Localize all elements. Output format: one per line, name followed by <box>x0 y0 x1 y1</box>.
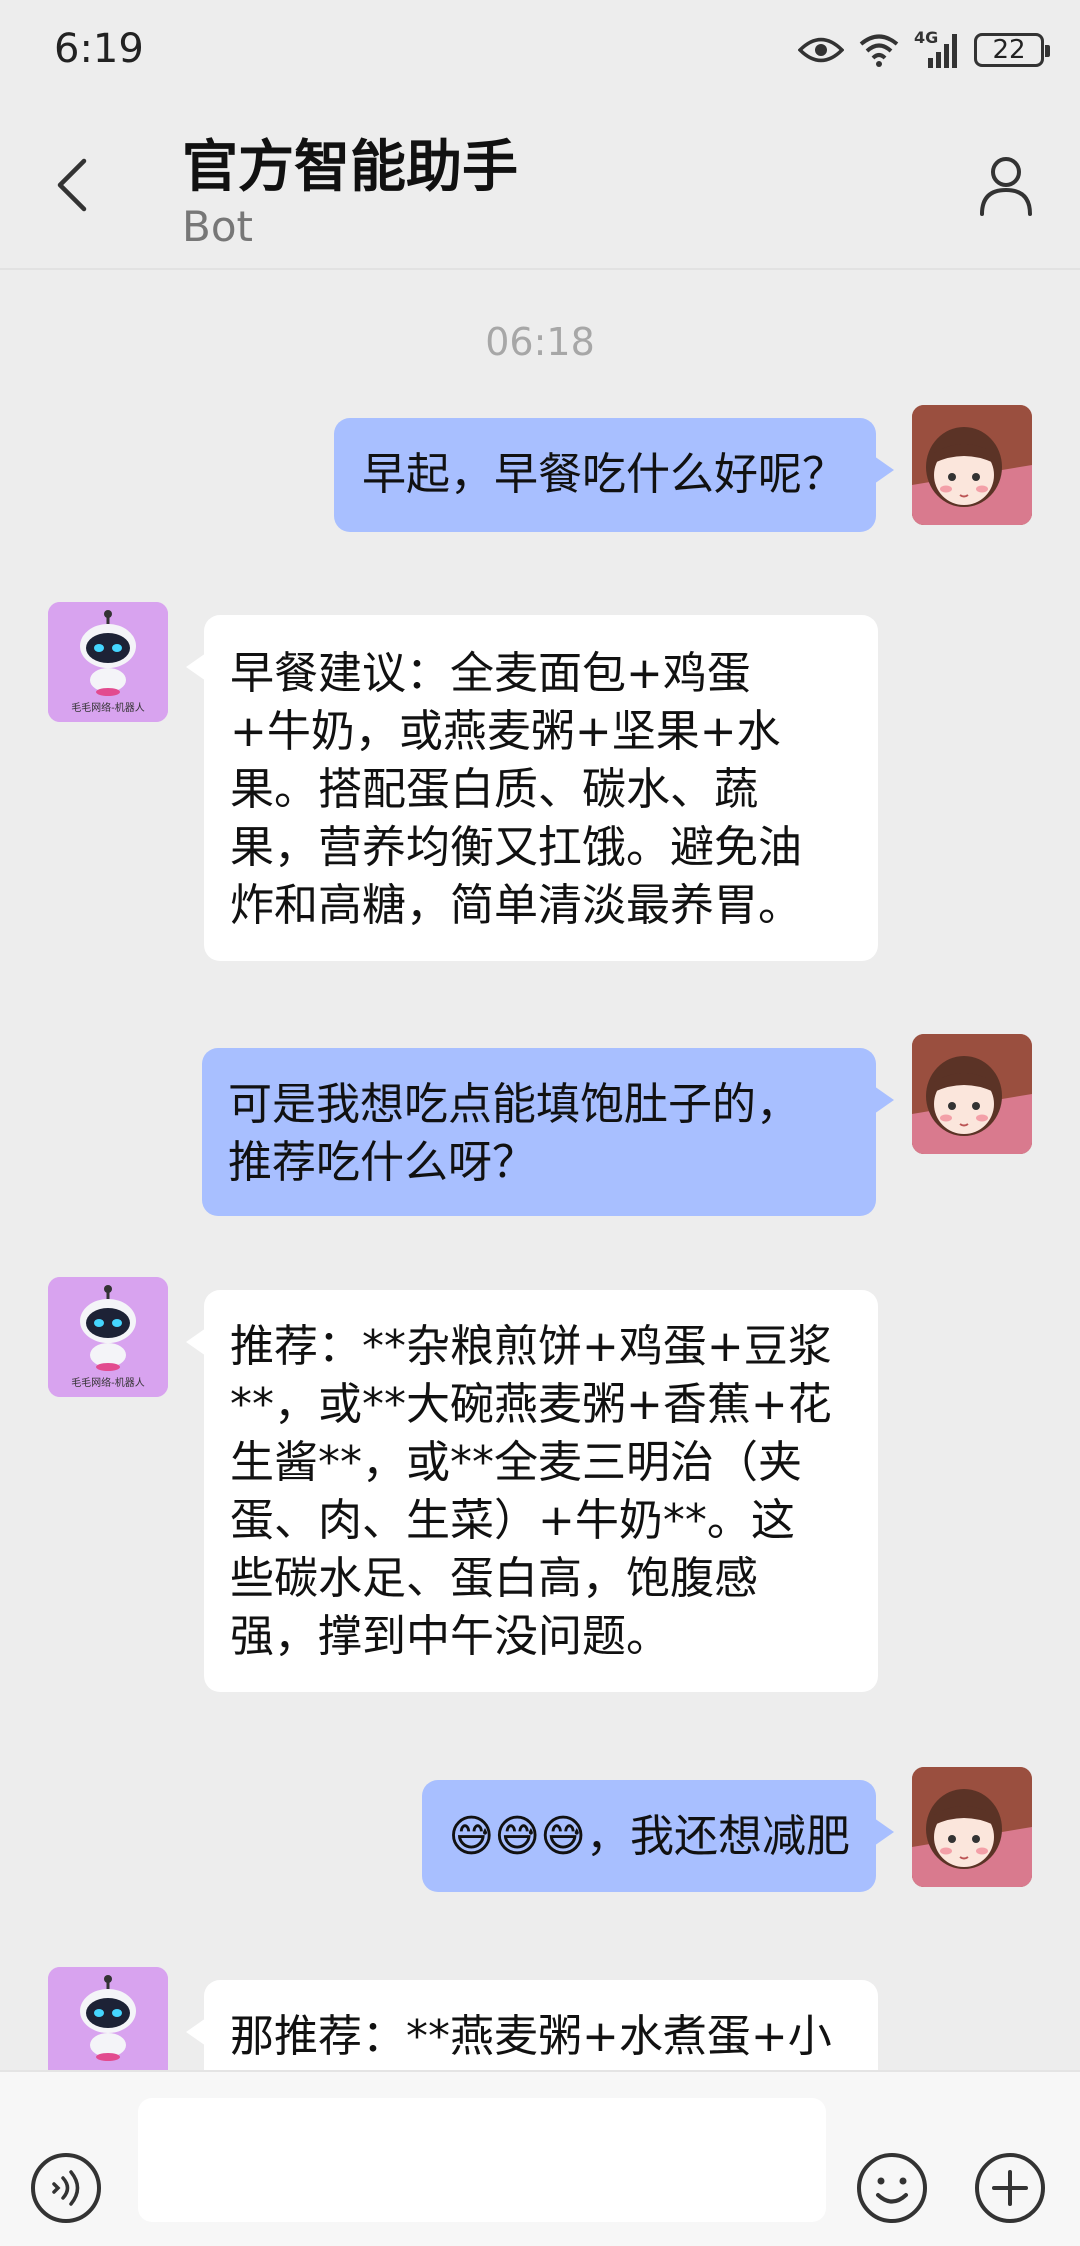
chat-header: 官方智能助手 Bot <box>0 100 1080 270</box>
plus-icon <box>975 2153 1045 2223</box>
user-avatar[interactable] <box>912 405 1032 525</box>
status-icons: 4G 22 <box>798 28 1050 72</box>
emoji-icon <box>857 2153 927 2223</box>
back-button[interactable] <box>52 150 122 220</box>
bot-avatar[interactable] <box>48 1967 168 2070</box>
message-bubble-user[interactable]: 可是我想吃点能填饱肚子的， 推荐吃什么呀？ <box>202 1048 894 1216</box>
status-bar: 6:19 4G 22 <box>0 0 1080 100</box>
battery-level: 22 <box>992 35 1026 65</box>
user-avatar[interactable] <box>912 1034 1032 1154</box>
voice-icon <box>31 2153 101 2223</box>
chat-title: 官方智能助手 <box>182 135 518 200</box>
emoji-button[interactable] <box>856 2152 928 2224</box>
person-icon <box>980 157 1032 216</box>
message-timestamp: 06:18 <box>485 320 595 364</box>
message-text: 可是我想吃点能填饱肚子的， 推荐吃什么呀？ <box>228 1079 800 1188</box>
bot-avatar[interactable]: 毛毛网络-机器人 <box>48 1277 168 1397</box>
bot-avatar-label: 毛毛网络-机器人 <box>71 1378 145 1389</box>
message-input[interactable] <box>138 2098 826 2222</box>
voice-button[interactable] <box>30 2152 102 2224</box>
battery-icon: 22 <box>974 33 1050 67</box>
chevron-left-icon <box>57 158 87 212</box>
chat-area[interactable]: 06:18 早起，早餐吃什么好呢？ 毛毛网络-机器人 早餐建议：全麦面包+鸡蛋 … <box>0 270 1080 2070</box>
message-text: 早餐建议：全麦面包+鸡蛋 +牛奶，或燕麦粥+坚果+水 果。搭配蛋白质、碳水、蔬 … <box>230 648 802 931</box>
more-button[interactable] <box>974 2152 1046 2224</box>
user-avatar[interactable] <box>912 1767 1032 1887</box>
message-text: 😅😅😅，我还想减肥 <box>448 1811 850 1862</box>
chat-subtitle: Bot <box>182 202 253 251</box>
message-bubble-user[interactable]: 早起，早餐吃什么好呢？ <box>334 418 894 532</box>
message-bubble-bot[interactable]: 推荐：**杂粮煎饼+鸡蛋+豆浆 **，或**大碗燕麦粥+香蕉+花 生酱**，或*… <box>186 1290 878 1692</box>
message-bubble-bot[interactable]: 那推荐：**燕麦粥+水煮蛋+小 <box>186 1980 878 2070</box>
signal-icon: 4G <box>914 28 960 70</box>
message-text: 推荐：**杂粮煎饼+鸡蛋+豆浆 **，或**大碗燕麦粥+香蕉+花 生酱**，或*… <box>230 1321 832 1662</box>
bot-avatar-label: 毛毛网络-机器人 <box>71 703 145 714</box>
wifi-icon <box>859 34 899 67</box>
message-bubble-bot[interactable]: 早餐建议：全麦面包+鸡蛋 +牛奶，或燕麦粥+坚果+水 果。搭配蛋白质、碳水、蔬 … <box>186 615 878 961</box>
message-bubble-user[interactable]: 😅😅😅，我还想减肥 <box>422 1780 894 1892</box>
eye-icon <box>798 37 844 63</box>
status-time: 6:19 <box>54 26 144 72</box>
bot-avatar[interactable]: 毛毛网络-机器人 <box>48 602 168 722</box>
input-bar <box>0 2070 1080 2246</box>
message-text: 那推荐：**燕麦粥+水煮蛋+小 <box>230 2011 832 2062</box>
profile-button[interactable] <box>976 154 1036 218</box>
message-text: 早起，早餐吃什么好呢？ <box>362 449 846 500</box>
